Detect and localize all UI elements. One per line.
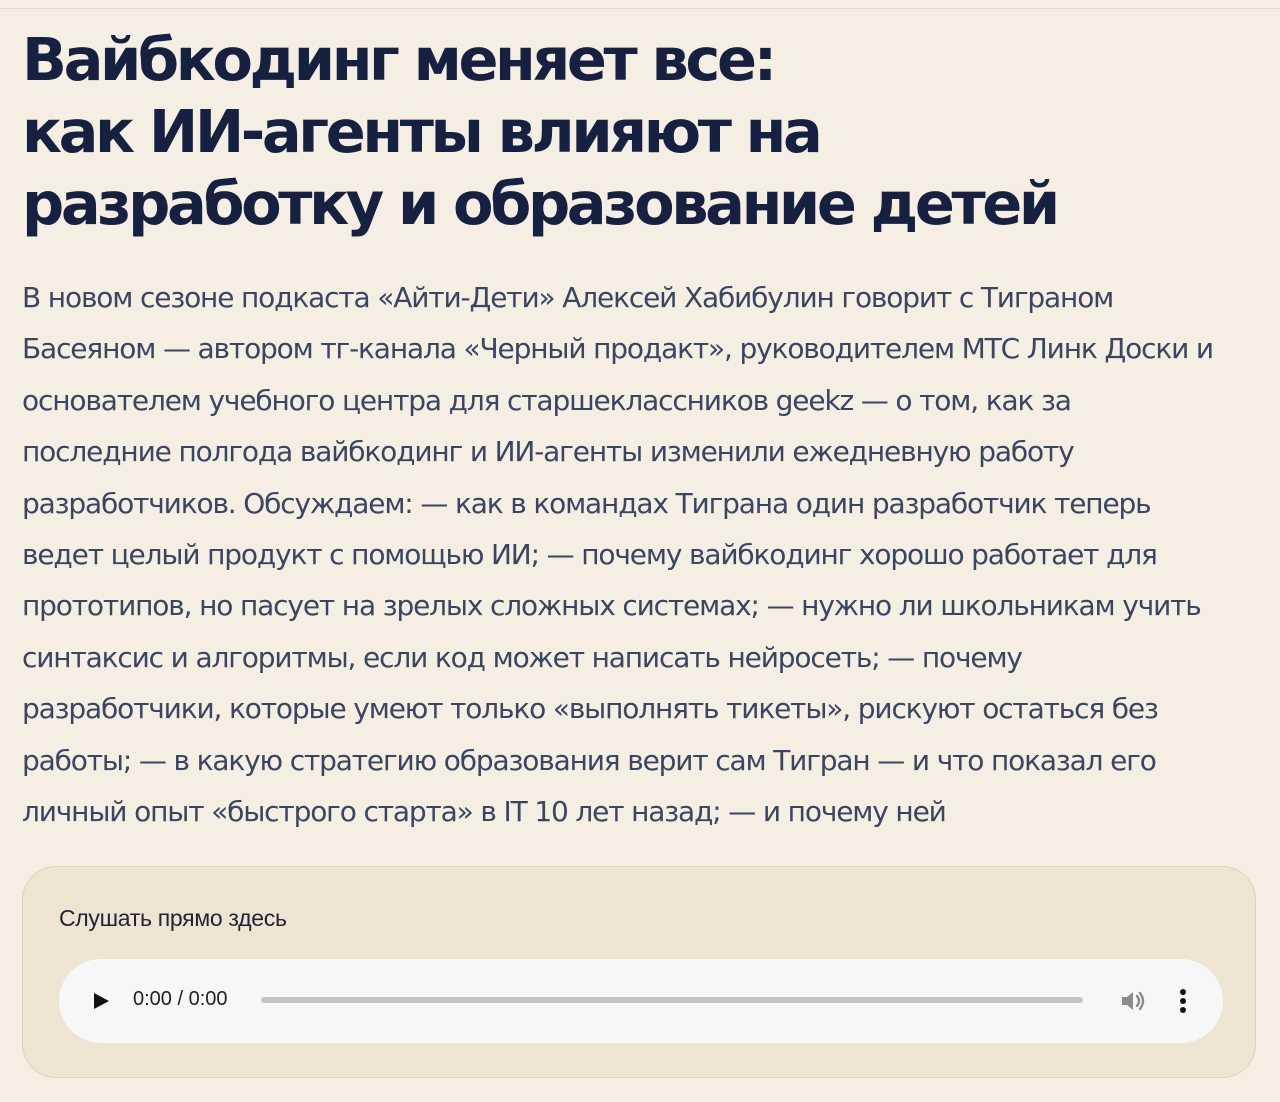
more-vertical-icon [1180,989,1186,1013]
player-label: Слушать прямо здесь [59,905,287,931]
time-display: 0:00 / 0:00 [133,988,228,1010]
more-options-button[interactable] [1169,985,1197,1017]
volume-icon [1122,991,1145,1011]
volume-button[interactable] [1117,985,1149,1017]
play-icon [94,993,109,1009]
article: Вайбкодинг меняет все: как ИИ-агенты вли… [22,24,1222,837]
top-divider [0,8,1280,9]
audio-player: 0:00 / 0:00 [59,959,1223,1043]
article-lead: В новом сезоне подкаста «Айти-Дети» Алек… [22,281,1214,829]
play-button[interactable] [85,983,119,1019]
article-title-line: как ИИ-агенты влияют на [22,97,823,166]
article-title: Вайбкодинг меняет все: как ИИ-агенты вли… [22,24,1222,240]
article-title-line: Вайбкодинг меняет все: [22,25,777,94]
article-title-line: разработку и образование детей [22,169,1060,238]
podcast-player-card: Слушать прямо здесь 0:00 / 0:00 [22,866,1256,1078]
seek-bar[interactable] [261,997,1083,1003]
